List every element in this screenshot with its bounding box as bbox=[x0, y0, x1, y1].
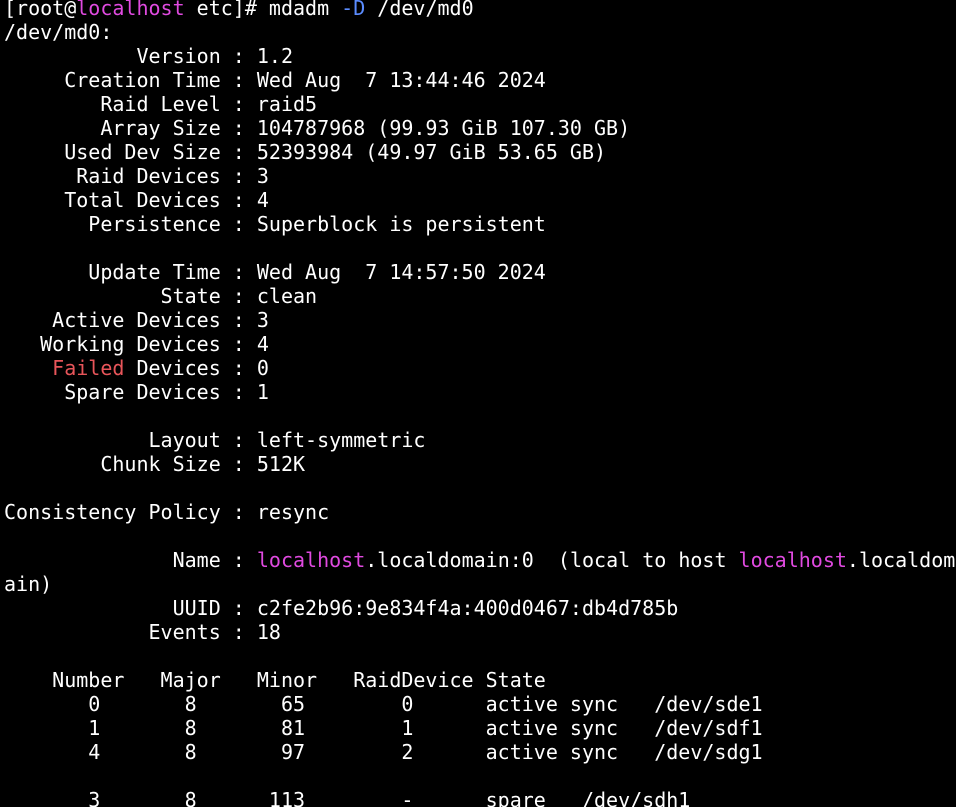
output-line: Persistence : Superblock is persistent bbox=[4, 212, 546, 236]
output-text: Total Devices : 4 bbox=[4, 188, 269, 212]
output-text: Events : 18 bbox=[4, 620, 281, 644]
output-text: Number Major Minor RaidDevice State bbox=[4, 668, 546, 692]
output-line: Failed Devices : 0 bbox=[4, 356, 269, 380]
command-option: -D bbox=[341, 0, 366, 20]
output-text: 4 8 97 2 active sync /dev/sdg1 bbox=[4, 740, 763, 764]
output-text: .localdomain:0 (local to host bbox=[365, 548, 739, 572]
output-line: 4 8 97 2 active sync /dev/sdg1 bbox=[4, 740, 763, 764]
output-line: Used Dev Size : 52393984 (49.97 GiB 53.6… bbox=[4, 140, 606, 164]
output-text: Array Size : 104787968 (99.93 GiB 107.30… bbox=[4, 116, 631, 140]
output-line: Spare Devices : 1 bbox=[4, 380, 269, 404]
output-line: 0 8 65 0 active sync /dev/sde1 bbox=[4, 692, 763, 716]
output-line: Layout : left-symmetric bbox=[4, 428, 425, 452]
output-line: Name : localhost.localdomain:0 (local to… bbox=[4, 548, 956, 572]
output-text: Raid Devices : 3 bbox=[4, 164, 269, 188]
output-text: Layout : left-symmetric bbox=[4, 428, 426, 452]
output-line: Array Size : 104787968 (99.93 GiB 107.30… bbox=[4, 116, 630, 140]
output-line: Events : 18 bbox=[4, 620, 281, 644]
output-line: Active Devices : 3 bbox=[4, 308, 269, 332]
output-line: Version : 1.2 bbox=[4, 44, 293, 68]
output-text: Persistence : Superblock is persistent bbox=[4, 212, 546, 236]
output-text: Version : 1.2 bbox=[4, 44, 293, 68]
output-line: 3 8 113 - spare /dev/sdh1 bbox=[4, 788, 690, 807]
output-text: Active Devices : 3 bbox=[4, 308, 269, 332]
output-text: /dev/md0: bbox=[4, 20, 113, 44]
prompt-text: [root@ bbox=[4, 0, 77, 20]
output-text: Spare Devices : 1 bbox=[4, 380, 269, 404]
output-line: Update Time : Wed Aug 7 14:57:50 2024 bbox=[4, 260, 546, 284]
output-text: 1 8 81 1 active sync /dev/sdf1 bbox=[4, 716, 763, 740]
hostname-text: localhost bbox=[738, 548, 847, 572]
output-line: Number Major Minor RaidDevice State bbox=[4, 668, 546, 692]
failed-label: Failed bbox=[52, 356, 125, 380]
output-text: 3 8 113 - spare /dev/sdh1 bbox=[4, 788, 691, 807]
output-line: Creation Time : Wed Aug 7 13:44:46 2024 bbox=[4, 68, 546, 92]
output-text: ain) bbox=[4, 572, 53, 596]
output-text: Chunk Size : 512K bbox=[4, 452, 306, 476]
output-line: Raid Devices : 3 bbox=[4, 164, 269, 188]
hostname-text: localhost bbox=[256, 548, 366, 572]
output-line: Raid Level : raid5 bbox=[4, 92, 317, 116]
output-line: UUID : c2fe2b96:9e834f4a:400d0467:db4d78… bbox=[4, 596, 679, 620]
prompt-text: /dev/md0 bbox=[365, 0, 474, 20]
output-text: State : clean bbox=[4, 284, 318, 308]
output-line: ain) bbox=[4, 572, 52, 596]
output-text: 0 8 65 0 active sync /dev/sde1 bbox=[4, 692, 763, 716]
output-text: Creation Time : Wed Aug 7 13:44:46 2024 bbox=[4, 68, 546, 92]
command-line: [root@localhost etc]# mdadm -D /dev/md0 bbox=[4, 0, 474, 20]
output-line: 1 8 81 1 active sync /dev/sdf1 bbox=[4, 716, 763, 740]
output-text: Used Dev Size : 52393984 (49.97 GiB 53.6… bbox=[4, 140, 607, 164]
output-line: Consistency Policy : resync bbox=[4, 500, 329, 524]
output-text: Name : bbox=[4, 548, 257, 572]
output-text: Devices : 0 bbox=[124, 356, 269, 380]
hostname-text: localhost bbox=[76, 0, 185, 20]
terminal-window[interactable]: [root@localhost etc]# mdadm -D /dev/md0/… bbox=[0, 0, 956, 807]
output-line: Working Devices : 4 bbox=[4, 332, 269, 356]
prompt-text: etc]# mdadm bbox=[184, 0, 342, 20]
output-text: Consistency Policy : resync bbox=[4, 500, 330, 524]
output-line: Total Devices : 4 bbox=[4, 188, 269, 212]
output-line: /dev/md0: bbox=[4, 20, 112, 44]
output-text: Update Time : Wed Aug 7 14:57:50 2024 bbox=[4, 260, 546, 284]
output-text: Working Devices : 4 bbox=[4, 332, 269, 356]
output-line: Chunk Size : 512K bbox=[4, 452, 305, 476]
output-text: UUID : c2fe2b96:9e834f4a:400d0467:db4d78… bbox=[4, 596, 679, 620]
output-text: .localdom bbox=[846, 548, 956, 572]
output-text: Raid Level : raid5 bbox=[4, 92, 318, 116]
output-line: State : clean bbox=[4, 284, 318, 308]
